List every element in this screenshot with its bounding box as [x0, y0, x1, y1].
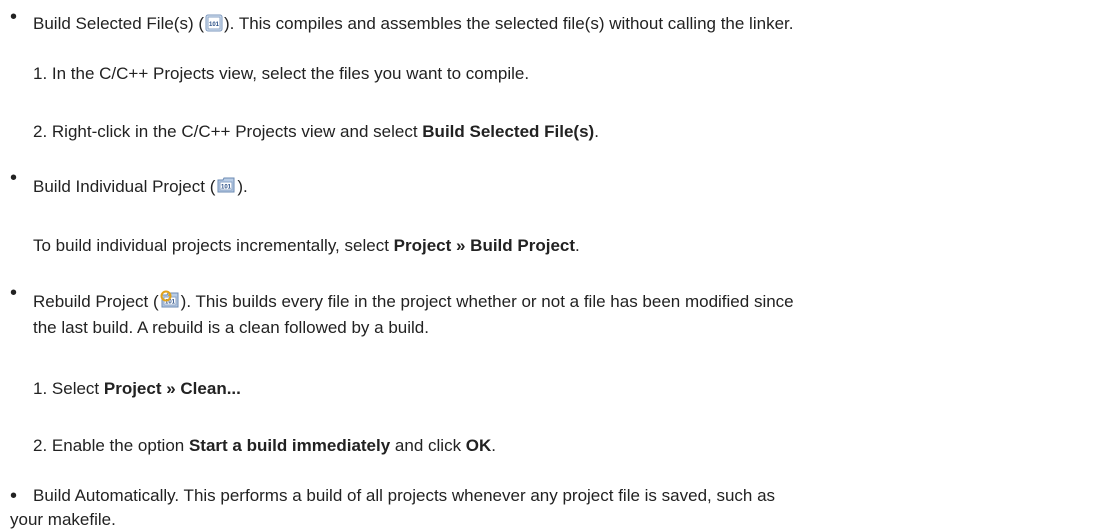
item-4-text: Build Automatically. This performs a bui…: [33, 486, 776, 505]
item-2-lead: Build Individual Project (: [33, 177, 216, 196]
item-3-rest: ). This builds every file in the project…: [180, 292, 794, 311]
step-option-name: Start a build immediately: [188, 436, 391, 455]
item-build-individual-project: Build Individual Project ( 101).: [33, 175, 248, 201]
item-4-line-2: your makefile.: [10, 509, 116, 531]
item-3-rest-continued: the last build. A rebuild is a clean fol…: [33, 318, 429, 337]
svg-text:101: 101: [221, 185, 232, 191]
paragraph-menu-command: Project » Build Project: [393, 236, 576, 255]
item-1-lead: Build Selected File(s) (: [33, 14, 205, 33]
item-3-line-2: the last build. A rebuild is a clean fol…: [33, 317, 429, 339]
step-text-middle: and click: [390, 436, 466, 455]
item-3-step-2: 2. Enable the option Start a build immed…: [33, 435, 496, 457]
step-menu-command: Project » Clean...: [103, 379, 241, 398]
item-2-rest: ).: [237, 177, 248, 196]
bullet-3: •: [10, 282, 18, 304]
item-build-selected-files: Build Selected File(s) ( 101 ). This compi…: [33, 13, 793, 38]
item-rebuild-project: Rebuild Project (101). This builds every…: [33, 290, 794, 316]
bullet-2: •: [10, 167, 18, 189]
step-menu-command: Build Selected File(s): [422, 122, 595, 141]
svg-text:101: 101: [209, 22, 220, 28]
step-text: 2. Enable the option: [33, 436, 189, 455]
item-1-step-1: 1. In the C/C++ Projects view, select th…: [33, 63, 529, 85]
item-1-rest: ). This compiles and assembles the selec…: [224, 14, 794, 33]
item-2-paragraph: To build individual projects incremental…: [33, 235, 580, 257]
item-3-lead: Rebuild Project (: [33, 292, 159, 311]
step-ok-label: OK: [465, 436, 492, 455]
step-text-end: .: [594, 122, 599, 141]
step-text: 1. Select: [33, 379, 104, 398]
step-text-end: .: [491, 436, 497, 455]
step-text: 1. In the C/C++ Projects view, select th…: [33, 64, 530, 83]
item-4-text-continued: your makefile.: [10, 510, 116, 529]
build-project-icon: 101: [216, 175, 236, 201]
bullet-1: •: [10, 6, 18, 28]
paragraph-text: To build individual projects incremental…: [33, 236, 394, 255]
bullet-4: •: [10, 485, 18, 507]
item-3-step-1: 1. Select Project » Clean...: [33, 378, 241, 400]
build-file-icon: 101: [205, 14, 223, 38]
step-text: 2. Right-click in the C/C++ Projects vie…: [33, 122, 423, 141]
rebuild-project-icon: 101: [160, 290, 180, 316]
item-1-step-2: 2. Right-click in the C/C++ Projects vie…: [33, 121, 599, 143]
item-build-automatically: Build Automatically. This performs a bui…: [33, 485, 775, 507]
paragraph-text-end: .: [575, 236, 580, 255]
